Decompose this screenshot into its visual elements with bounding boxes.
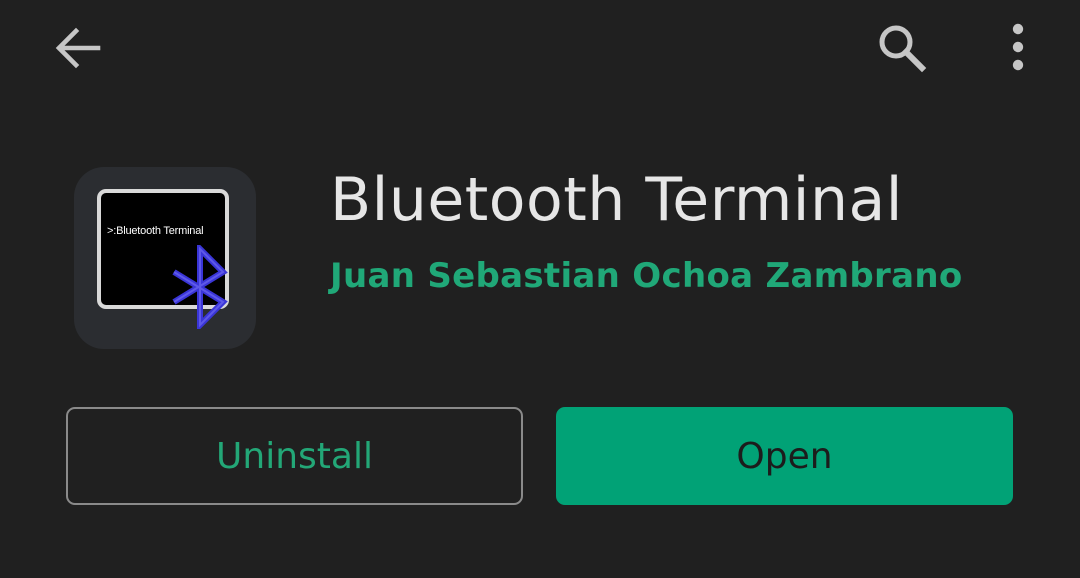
open-button[interactable]: Open bbox=[556, 407, 1013, 505]
app-title: Bluetooth Terminal bbox=[330, 165, 903, 235]
more-options-button[interactable] bbox=[986, 12, 1050, 88]
search-button[interactable] bbox=[862, 12, 942, 88]
developer-link[interactable]: Juan Sebastian Ochoa Zambrano bbox=[330, 251, 963, 301]
uninstall-button[interactable]: Uninstall bbox=[66, 407, 523, 505]
icon-screen-text: >:Bluetooth Terminal bbox=[107, 225, 204, 237]
more-vert-icon bbox=[1008, 23, 1028, 78]
uninstall-button-label: Uninstall bbox=[216, 435, 373, 477]
open-button-label: Open bbox=[736, 435, 833, 477]
bluetooth-icon bbox=[172, 245, 228, 329]
app-icon: >:Bluetooth Terminal bbox=[74, 167, 256, 349]
back-button[interactable] bbox=[40, 12, 116, 88]
search-icon bbox=[874, 20, 930, 81]
arrow-back-icon bbox=[51, 21, 105, 80]
